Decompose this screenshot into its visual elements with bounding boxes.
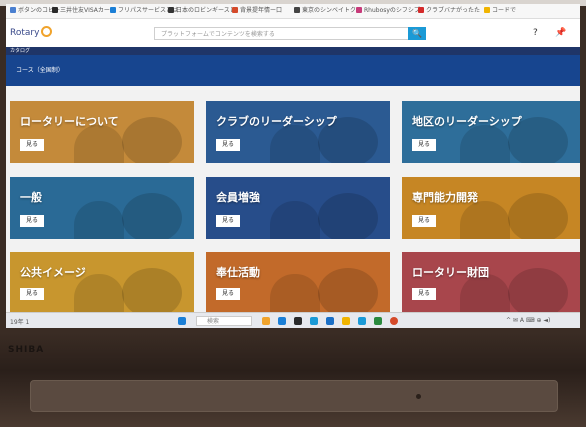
windows-start-icon[interactable] <box>178 317 186 325</box>
bookmark-icon <box>10 7 16 13</box>
bookmark-icon <box>356 7 362 13</box>
card-photo-shape <box>318 268 378 312</box>
card-photo-shape <box>122 117 182 163</box>
laptop-brand: SHIBA <box>8 345 45 355</box>
laptop-hinge <box>30 380 558 412</box>
pin-icon[interactable]: 📌 <box>555 28 566 38</box>
course-card-title: 一般 <box>20 191 42 204</box>
card-photo-shape <box>270 274 320 312</box>
view-button[interactable]: 見る <box>216 288 240 300</box>
banner-title: コース（全国制） <box>16 67 64 74</box>
bookmark-icon <box>484 7 490 13</box>
course-card[interactable]: ロータリーについて 見る <box>10 101 194 163</box>
course-card[interactable]: 専門能力開発 見る <box>402 177 580 239</box>
bookmark-icon <box>294 7 300 13</box>
view-button[interactable]: 見る <box>20 215 44 227</box>
bookmarks-bar: ボタンのコピー 三井住友VISAカード フリパスサービスとは 日本のロビンギース… <box>6 4 580 19</box>
screen: ボタンのコピー 三井住友VISAカード フリパスサービスとは 日本のロビンギース… <box>6 4 580 328</box>
taskbar-app-icon[interactable] <box>278 317 286 325</box>
view-button[interactable]: 見る <box>216 139 240 151</box>
taskbar-app-icon[interactable] <box>294 317 302 325</box>
course-card-title: 公共イメージ <box>20 266 86 279</box>
card-photo-shape <box>460 201 510 239</box>
bookmark-icon <box>232 7 238 13</box>
card-photo-shape <box>508 268 568 312</box>
bookmark-1[interactable]: 三井住友VISAカード <box>52 7 116 15</box>
system-tray-icons[interactable]: ^ ✉ A ⌨ ⊕ ◄) <box>506 317 550 324</box>
catalog-navbar: カタログ <box>6 47 580 55</box>
card-photo-shape <box>74 201 124 239</box>
bookmark-icon <box>52 7 58 13</box>
search-button[interactable]: 🔍 <box>408 27 426 40</box>
card-photo-shape <box>122 193 182 239</box>
course-card[interactable]: 公共イメージ 見る <box>10 252 194 312</box>
rotary-wheel-icon <box>41 26 53 37</box>
view-button[interactable]: 見る <box>20 288 44 300</box>
course-card-title: 奉仕活動 <box>216 266 260 279</box>
taskbar-app-icon[interactable] <box>326 317 334 325</box>
bookmark-6[interactable]: Rhubosyのシフシブ <box>356 7 420 15</box>
course-card[interactable]: 地区のリーダーシップ 見る <box>402 101 580 163</box>
power-button <box>416 394 421 399</box>
card-photo-shape <box>74 125 124 163</box>
courses-banner: コース（全国制） <box>6 55 580 86</box>
catalog-link[interactable]: カタログ <box>10 48 30 54</box>
course-card-title: 専門能力開発 <box>412 191 478 204</box>
card-photo-shape <box>122 268 182 312</box>
card-photo-shape <box>318 193 378 239</box>
taskbar-search[interactable]: 検索 <box>196 316 252 326</box>
view-button[interactable]: 見る <box>216 215 240 227</box>
view-button[interactable]: 見る <box>412 139 436 151</box>
taskbar-app-icon[interactable] <box>310 317 318 325</box>
search-input[interactable]: プラットフォームでコンテンツを検索する <box>154 27 422 40</box>
card-photo-shape <box>270 201 320 239</box>
site-header: Rotary プラットフォームでコンテンツを検索する 🔍 ? 📌 <box>6 19 580 47</box>
taskbar-app-icon[interactable] <box>358 317 366 325</box>
bookmark-5[interactable]: 東京のシンベイトク <box>294 7 356 15</box>
view-button[interactable]: 見る <box>20 139 44 151</box>
course-card-title: ロータリーについて <box>20 115 119 128</box>
course-card-title: ロータリー財団 <box>412 266 489 279</box>
bookmark-icon <box>168 7 174 13</box>
taskbar-app-icon[interactable] <box>262 317 270 325</box>
course-card-title: クラブのリーダーシップ <box>216 115 337 128</box>
search-icon: 🔍 <box>412 29 422 38</box>
taskbar-app-icon[interactable] <box>342 317 350 325</box>
card-photo-shape <box>270 125 320 163</box>
course-card-title: 地区のリーダーシップ <box>412 115 522 128</box>
card-photo-shape <box>508 193 568 239</box>
bookmark-icon <box>110 7 116 13</box>
course-card[interactable]: クラブのリーダーシップ 見る <box>206 101 390 163</box>
course-grid: ロータリーについて 見る クラブのリーダーシップ 見る 地区のリーダーシップ 見… <box>6 86 580 312</box>
view-button[interactable]: 見る <box>412 215 436 227</box>
bookmark-icon <box>418 7 424 13</box>
course-card[interactable]: 一般 見る <box>10 177 194 239</box>
rotary-logo[interactable]: Rotary <box>10 26 53 38</box>
help-icon[interactable]: ? <box>533 28 538 38</box>
view-button[interactable]: 見る <box>412 288 436 300</box>
bookmark-7[interactable]: クラブバナがったた <box>418 7 480 15</box>
taskbar-app-icon[interactable] <box>374 317 382 325</box>
course-card-title: 会員増強 <box>216 191 260 204</box>
course-card[interactable]: 会員増強 見る <box>206 177 390 239</box>
bookmark-8[interactable]: コードで <box>484 7 516 15</box>
taskbar-weather[interactable]: 19年 1 <box>10 317 29 326</box>
card-photo-shape <box>460 125 510 163</box>
chrome-icon[interactable] <box>390 317 398 325</box>
bookmark-4[interactable]: 背景提年情ー口 <box>232 7 282 15</box>
course-card[interactable]: 奉仕活動 見る <box>206 252 390 312</box>
course-card[interactable]: ロータリー財団 見る <box>402 252 580 312</box>
bookmark-3[interactable]: 日本のロビンギースと <box>168 7 236 15</box>
windows-taskbar: 19年 1 検索 ^ ✉ A ⌨ ⊕ ◄) <box>6 312 580 328</box>
